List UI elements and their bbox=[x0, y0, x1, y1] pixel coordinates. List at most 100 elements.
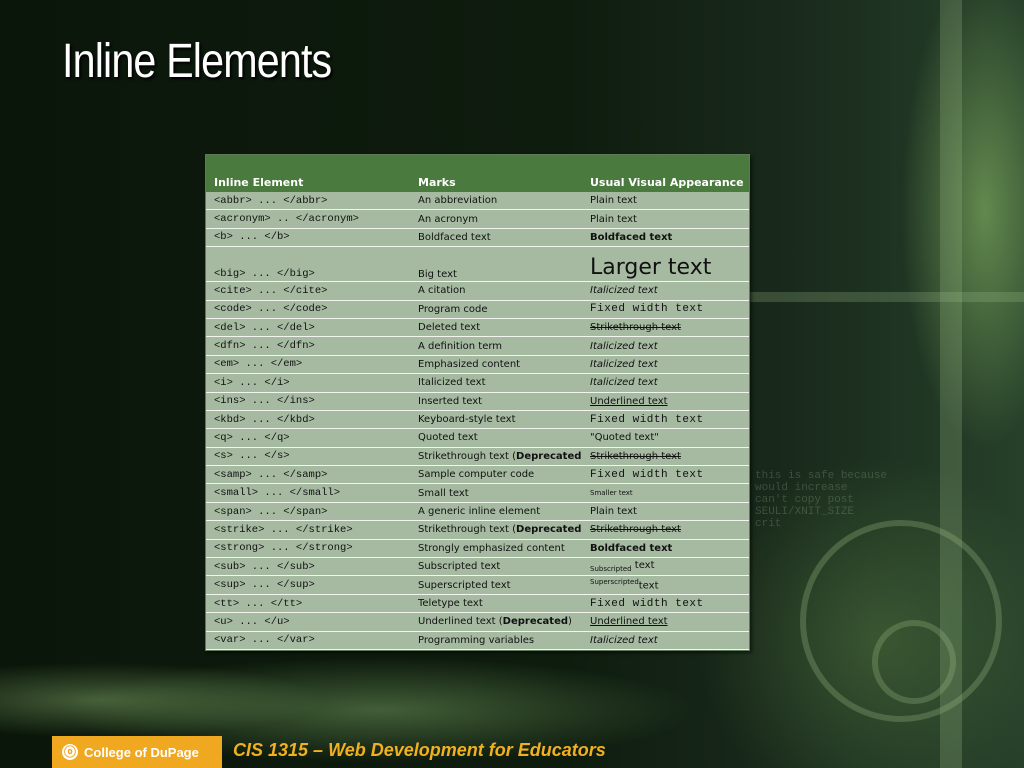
visual-appearance-cell: Fixed width text bbox=[582, 465, 749, 485]
marks-cell: A generic inline element bbox=[410, 502, 582, 522]
visual-appearance-cell: Fixed width text bbox=[582, 300, 749, 319]
marks-text: Subscripted text bbox=[418, 561, 501, 573]
visual-appearance-cell: Subscripted text bbox=[582, 557, 749, 577]
marks-text: An acronym bbox=[418, 213, 478, 225]
table-row: <strike> ... </strike> Strikethrough text… bbox=[206, 520, 749, 540]
table-row: <acronym> .. </acronym> An acronym Plain t… bbox=[206, 209, 749, 229]
visual-appearance-cell: "Quoted text" bbox=[582, 428, 749, 448]
college-logo: ⓞ College of DuPage bbox=[52, 736, 222, 768]
marks-text: A generic inline element bbox=[418, 506, 541, 518]
table-row: <cite> ... </cite> A citation Italicized t… bbox=[206, 281, 749, 301]
element-tag-cell: <span> ... </span> bbox=[206, 502, 410, 522]
marks-text: Strikethrough text bbox=[418, 450, 509, 462]
marks-text: A definition term bbox=[418, 340, 503, 352]
visual-appearance-cell: Italicized text bbox=[582, 373, 749, 393]
marks-cell: An abbreviation bbox=[410, 192, 582, 211]
decorative-bar bbox=[750, 292, 1024, 302]
table-row: <strong> ... </strong> Strongly emphasize… bbox=[206, 539, 749, 559]
marks-cell: Teletype text bbox=[410, 594, 582, 614]
marks-cell: Inserted text bbox=[410, 392, 582, 411]
marks-text: Keyboard-style text bbox=[418, 414, 516, 426]
table-row: <abbr> ... </abbr> An abbreviation Plain t… bbox=[206, 192, 749, 211]
element-tag-cell: <strike> ... </strike> bbox=[206, 520, 410, 540]
marks-cell: Sample computer code bbox=[410, 465, 582, 485]
marks-text: Strikethrough text bbox=[418, 524, 509, 536]
marks-cell: Small text bbox=[410, 483, 582, 503]
slide-title: Inline Elements bbox=[62, 35, 332, 88]
marks-cell: Strikethrough text (Deprecated) bbox=[410, 520, 582, 540]
deprecated-label: Deprecated bbox=[516, 524, 582, 536]
table-row: <s> ... </s> Strikethrough text (Deprecat… bbox=[206, 447, 749, 467]
marks-cell: A definition term bbox=[410, 336, 582, 356]
marks-cell: Boldfaced text bbox=[410, 228, 582, 248]
table-row: <u> ... </u> Underlined text (Deprecated)… bbox=[206, 612, 749, 632]
element-tag-cell: <i> ... </i> bbox=[206, 373, 410, 393]
table-row: <span> ... </span> A generic inline eleme… bbox=[206, 502, 749, 522]
visual-appearance-cell: Fixed width text bbox=[582, 594, 749, 614]
marks-cell: Big text bbox=[410, 246, 582, 283]
marks-cell: Subscripted text bbox=[410, 557, 582, 577]
element-tag-cell: <code> ... </code> bbox=[206, 300, 410, 319]
marks-text: Big text bbox=[418, 269, 457, 281]
element-tag-cell: <del> ... </del> bbox=[206, 318, 410, 338]
visual-appearance-cell: Italicized text bbox=[582, 355, 749, 375]
table-row: <sub> ... </sub> Subscripted text Subscrip… bbox=[206, 557, 749, 577]
visual-appearance-cell: Plain text bbox=[582, 192, 749, 211]
marks-text: Program code bbox=[418, 303, 488, 315]
marks-text: Sample computer code bbox=[418, 469, 535, 481]
deprecated-label: Deprecated bbox=[516, 450, 582, 462]
table-row: <code> ... </code> Program code Fixed widt… bbox=[206, 300, 749, 319]
header-visual-appearance: Usual Visual Appearance bbox=[582, 155, 749, 192]
marks-cell: An acronym bbox=[410, 209, 582, 229]
table-row: <small> ... </small> Small text Smaller te… bbox=[206, 483, 749, 503]
visual-appearance-cell: Strikethrough text bbox=[582, 318, 749, 338]
table-row: <big> ... </big> Big text Larger text bbox=[206, 246, 749, 283]
marks-text: Superscripted text bbox=[418, 579, 511, 591]
element-tag-cell: <small> ... </small> bbox=[206, 483, 410, 503]
college-of-dupage-logo-icon: ⓞ bbox=[62, 744, 78, 760]
visual-appearance-cell: Boldfaced text bbox=[582, 228, 749, 248]
visual-appearance-cell: Boldfaced text bbox=[582, 539, 749, 559]
table-row: <samp> ... </samp> Sample computer code Fi… bbox=[206, 465, 749, 485]
table-row: <q> ... </q> Quoted text "Quoted text" bbox=[206, 428, 749, 448]
element-tag-cell: <var> ... </var> bbox=[206, 631, 410, 650]
marks-cell: Programming variables bbox=[410, 631, 582, 650]
visual-appearance-cell: Plain text bbox=[582, 209, 749, 229]
element-tag-cell: <acronym> .. </acronym> bbox=[206, 209, 410, 229]
visual-appearance-cell: Italicized text bbox=[582, 281, 749, 301]
element-tag-cell: <tt> ... </tt> bbox=[206, 594, 410, 614]
marks-text: An abbreviation bbox=[418, 195, 498, 207]
element-tag-cell: <u> ... </u> bbox=[206, 612, 410, 632]
table-row: <i> ... </i> Italicized text Italicized te… bbox=[206, 373, 749, 393]
appearance-tail-text: text bbox=[638, 580, 659, 592]
element-tag-cell: <samp> ... </samp> bbox=[206, 465, 410, 485]
decorative-code-texture: this is safe because would increase can'… bbox=[755, 470, 888, 530]
table-row: <del> ... </del> Deleted text Strikethroug… bbox=[206, 318, 749, 338]
marks-cell: Deleted text bbox=[410, 318, 582, 338]
marks-cell: Emphasized content bbox=[410, 355, 582, 375]
table-row: <kbd> ... </kbd> Keyboard-style text Fixed… bbox=[206, 410, 749, 430]
marks-text: Inserted text bbox=[418, 395, 483, 407]
marks-text: Italicized text bbox=[418, 377, 486, 389]
marks-cell: Quoted text bbox=[410, 428, 582, 448]
marks-text: Underlined text bbox=[418, 616, 496, 628]
element-tag-cell: <q> ... </q> bbox=[206, 428, 410, 448]
marks-text: Small text bbox=[418, 487, 469, 499]
marks-cell: Underlined text (Deprecated) bbox=[410, 612, 582, 632]
visual-appearance-cell: Larger text bbox=[582, 246, 749, 283]
subscript-sample: Subscripted bbox=[590, 565, 632, 574]
element-tag-cell: <cite> ... </cite> bbox=[206, 281, 410, 301]
header-inline-element: Inline Element bbox=[206, 155, 410, 192]
marks-text: Deleted text bbox=[418, 322, 481, 334]
marks-cell: Italicized text bbox=[410, 373, 582, 393]
element-tag-cell: <strong> ... </strong> bbox=[206, 539, 410, 559]
decorative-bar bbox=[940, 0, 962, 768]
logo-text: College of DuPage bbox=[84, 744, 199, 760]
element-tag-cell: <sub> ... </sub> bbox=[206, 557, 410, 577]
marks-cell: Keyboard-style text bbox=[410, 410, 582, 430]
marks-text: Quoted text bbox=[418, 432, 478, 444]
table-row: <em> ... </em> Emphasized content Italiciz… bbox=[206, 355, 749, 375]
element-tag-cell: <s> ... </s> bbox=[206, 447, 410, 467]
marks-cell: Program code bbox=[410, 300, 582, 319]
inline-elements-table: Inline Element Marks Usual Visual Appear… bbox=[205, 154, 750, 651]
